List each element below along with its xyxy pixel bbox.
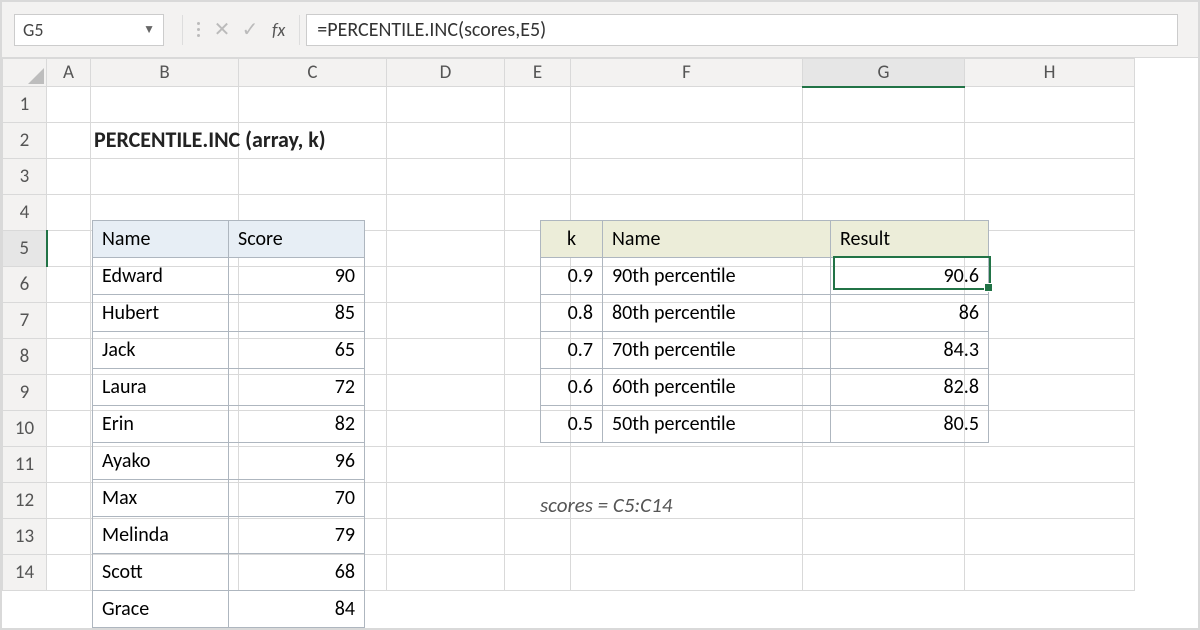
fx-icon[interactable]: fx [264, 19, 293, 41]
row-header-6[interactable]: 6 [3, 267, 47, 303]
table-cell[interactable]: 90th percentile [603, 258, 831, 295]
formula-text: =PERCENTILE.INC(scores,E5) [317, 18, 546, 42]
separator [299, 15, 300, 45]
table-cell[interactable]: 0.5 [541, 406, 603, 443]
row-header-2[interactable]: 2 [3, 123, 47, 159]
col-header-G[interactable]: G [803, 59, 965, 87]
table-cell[interactable]: 70 [229, 480, 365, 517]
row-header-12[interactable]: 12 [3, 483, 47, 519]
page-title: PERCENTILE.INC (array, k) [94, 126, 326, 153]
table-cell[interactable]: 0.7 [541, 332, 603, 369]
table-cell[interactable]: Edward [93, 258, 229, 295]
col-header-F[interactable]: F [571, 59, 803, 87]
table-cell[interactable]: Laura [93, 369, 229, 406]
col-header-E[interactable]: E [505, 59, 571, 87]
table-cell[interactable]: Grace [93, 591, 229, 628]
pct-header-name[interactable]: Name [603, 221, 831, 258]
scores-table: Name Score Edward90Hubert85Jack65Laura72… [92, 220, 365, 628]
table-cell[interactable]: 96 [229, 443, 365, 480]
worksheet[interactable]: PERCENTILE.INC (array, k) scores = C5:C1… [46, 86, 1198, 628]
table-cell[interactable]: 85 [229, 295, 365, 332]
row-header-1[interactable]: 1 [3, 87, 47, 123]
chevron-down-icon[interactable]: ▼ [143, 22, 155, 37]
table-cell[interactable]: Melinda [93, 517, 229, 554]
table-cell[interactable]: 50th percentile [603, 406, 831, 443]
col-header-H[interactable]: H [965, 59, 1135, 87]
table-cell[interactable]: 0.9 [541, 258, 603, 295]
table-cell[interactable]: 84 [229, 591, 365, 628]
formula-bar: G5 ▼ ✕ ✓ fx =PERCENTILE.INC(scores,E5) [2, 2, 1198, 58]
enter-icon[interactable]: ✓ [236, 17, 264, 42]
name-box[interactable]: G5 ▼ [14, 14, 164, 46]
table-cell[interactable]: Scott [93, 554, 229, 591]
table-cell[interactable]: 79 [229, 517, 365, 554]
row-header-7[interactable]: 7 [3, 303, 47, 339]
range-note: scores = C5:C14 [540, 492, 672, 518]
table-cell[interactable]: 60th percentile [603, 369, 831, 406]
table-cell[interactable]: 90 [229, 258, 365, 295]
table-cell[interactable]: 82.8 [831, 369, 989, 406]
name-box-value: G5 [23, 19, 43, 41]
table-cell[interactable]: 80th percentile [603, 295, 831, 332]
col-header-C[interactable]: C [239, 59, 387, 87]
col-header-A[interactable]: A [47, 59, 91, 87]
scores-header-score[interactable]: Score [229, 221, 365, 258]
table-cell[interactable]: 84.3 [831, 332, 989, 369]
row-header-5[interactable]: 5 [3, 231, 47, 267]
table-cell[interactable]: 86 [831, 295, 989, 332]
row-header-8[interactable]: 8 [3, 339, 47, 375]
select-all-corner[interactable] [3, 59, 47, 87]
drag-handle-icon[interactable] [189, 22, 208, 37]
cancel-icon[interactable]: ✕ [208, 17, 236, 42]
col-header-D[interactable]: D [387, 59, 505, 87]
row-header-10[interactable]: 10 [3, 411, 47, 447]
pct-header-k[interactable]: k [541, 221, 603, 258]
table-cell[interactable]: Hubert [93, 295, 229, 332]
table-cell[interactable]: 68 [229, 554, 365, 591]
row-header-14[interactable]: 14 [3, 555, 47, 591]
row-header-13[interactable]: 13 [3, 519, 47, 555]
table-cell[interactable]: 90.6 [831, 258, 989, 295]
row-header-4[interactable]: 4 [3, 195, 47, 231]
col-header-B[interactable]: B [91, 59, 239, 87]
pct-header-result[interactable]: Result [831, 221, 989, 258]
table-cell[interactable]: 0.8 [541, 295, 603, 332]
row-header-3[interactable]: 3 [3, 159, 47, 195]
formula-input[interactable]: =PERCENTILE.INC(scores,E5) [306, 14, 1178, 46]
row-header-11[interactable]: 11 [3, 447, 47, 483]
scores-header-name[interactable]: Name [93, 221, 229, 258]
table-cell[interactable]: Ayako [93, 443, 229, 480]
table-cell[interactable]: Erin [93, 406, 229, 443]
table-cell[interactable]: 70th percentile [603, 332, 831, 369]
table-cell[interactable]: 0.6 [541, 369, 603, 406]
separator [182, 15, 183, 45]
row-header-9[interactable]: 9 [3, 375, 47, 411]
table-cell[interactable]: 72 [229, 369, 365, 406]
table-cell[interactable]: 80.5 [831, 406, 989, 443]
table-cell[interactable]: Jack [93, 332, 229, 369]
table-cell[interactable]: 65 [229, 332, 365, 369]
percentile-table: k Name Result 0.990th percentile90.60.88… [540, 220, 989, 443]
table-cell[interactable]: Max [93, 480, 229, 517]
table-cell[interactable]: 82 [229, 406, 365, 443]
